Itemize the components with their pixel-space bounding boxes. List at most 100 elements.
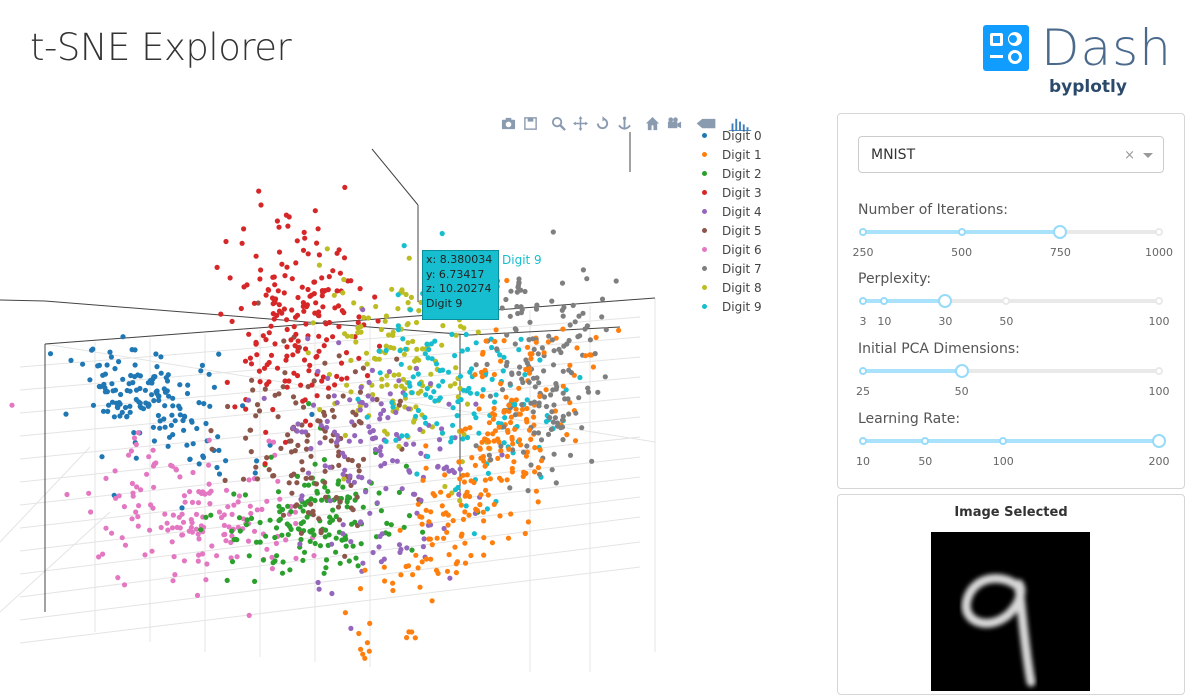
scatter-point — [547, 415, 553, 421]
scatter-point — [524, 443, 530, 449]
slider-mark-dot[interactable] — [880, 297, 889, 305]
scatter-point — [161, 416, 167, 422]
legend-item[interactable]: Digit 2 — [698, 164, 762, 183]
dataset-dropdown[interactable]: MNIST × — [858, 136, 1164, 173]
legend-marker-icon — [702, 304, 707, 309]
scatter-point — [506, 402, 512, 408]
legend-item[interactable]: Digit 3 — [698, 183, 762, 202]
scatter-point — [523, 366, 529, 373]
dash-logo[interactable]: Dash byplotly — [983, 19, 1183, 100]
scatter-point — [302, 397, 308, 403]
scatter-point — [567, 362, 573, 368]
scatter-point — [461, 325, 467, 331]
scatter-point — [460, 472, 466, 478]
slider-track[interactable] — [863, 299, 946, 303]
scatter-point — [271, 473, 277, 479]
slider-mark-dot[interactable] — [921, 437, 930, 445]
legend-item[interactable]: Digit 7 — [698, 259, 762, 278]
slider-mark-dot[interactable] — [1002, 297, 1011, 305]
slider-mark-dot[interactable] — [1155, 297, 1163, 305]
camera-icon[interactable] — [497, 113, 519, 133]
pan-icon[interactable] — [569, 113, 591, 133]
legend-marker-icon — [702, 209, 707, 214]
turntable-icon[interactable] — [613, 113, 635, 133]
scatter-point — [330, 268, 336, 274]
slider-mark-label: 250 — [852, 246, 874, 259]
slider-mark-label: 50 — [999, 315, 1014, 328]
clear-icon[interactable]: × — [1124, 148, 1135, 163]
scatter-point — [334, 400, 340, 406]
slider-mark-dot[interactable] — [957, 228, 966, 236]
scatter-point — [122, 404, 129, 411]
scatter-point — [340, 471, 346, 477]
scatter-point — [243, 522, 250, 528]
scatter-point — [567, 322, 573, 328]
slider-handle[interactable] — [1152, 434, 1166, 448]
slider-label: Learning Rate: — [858, 411, 961, 427]
scatter-point — [480, 509, 486, 515]
save-icon[interactable] — [519, 113, 541, 133]
legend-marker-icon — [702, 266, 707, 271]
scatter-point — [472, 462, 478, 468]
scatter-point — [322, 468, 328, 474]
slider-mark-dot[interactable] — [859, 437, 867, 445]
slider[interactable]: 10 50 100 200 — [856, 433, 1170, 468]
zoom-icon[interactable] — [547, 113, 569, 133]
scatter-point — [216, 447, 222, 453]
slider-track[interactable] — [863, 439, 1159, 443]
scatter-point — [503, 296, 509, 303]
slider-handle[interactable] — [1053, 225, 1068, 239]
chevron-down-icon[interactable] — [1143, 153, 1153, 158]
scatter-point — [531, 346, 537, 352]
scatter-point — [248, 515, 255, 521]
slider-mark-dot[interactable] — [999, 437, 1008, 445]
scatter-point — [524, 405, 530, 412]
scatter-point — [483, 338, 489, 344]
legend-item[interactable]: Digit 6 — [698, 240, 762, 259]
scatter-point — [331, 393, 337, 399]
scatter-point — [121, 582, 128, 588]
scatter-point — [362, 567, 368, 573]
slider-handle[interactable] — [938, 294, 953, 308]
scatter-point — [229, 559, 236, 565]
slider-track[interactable] — [863, 369, 962, 373]
slider-mark-dot[interactable] — [859, 228, 867, 236]
scatter-point — [109, 530, 115, 536]
legend-item[interactable]: Digit 0 — [698, 126, 762, 145]
scatter-point — [501, 338, 507, 344]
scatter-point — [272, 534, 278, 541]
scatter-point — [568, 370, 575, 376]
legend-item[interactable]: Digit 8 — [698, 278, 762, 297]
legend-item[interactable]: Digit 4 — [698, 202, 762, 221]
scatter-point — [298, 536, 304, 543]
controls-panel: MNIST × Number of Iterations: 250 500 750 10… — [837, 113, 1185, 489]
legend-item[interactable]: Digit 9 — [698, 297, 762, 316]
scatter-point — [345, 478, 352, 484]
slider[interactable]: 250 500 750 1000 — [853, 224, 1173, 259]
slider[interactable]: 3 10 30 50 100 — [859, 293, 1170, 328]
scatter-point — [424, 386, 430, 392]
scatter-point — [360, 560, 366, 566]
scatter-point — [349, 521, 355, 527]
slider-mark-dot[interactable] — [859, 367, 867, 375]
slider[interactable]: 25 50 100 — [856, 363, 1170, 398]
scatter-point — [464, 434, 471, 441]
scatter-3d-plot[interactable] — [0, 112, 790, 672]
slider-handle[interactable] — [954, 364, 969, 378]
legend-item[interactable]: Digit 5 — [698, 221, 762, 240]
scatter-point — [308, 445, 314, 452]
scatter-point — [334, 432, 340, 439]
scatter-point — [490, 431, 496, 437]
scatter-point — [307, 538, 313, 544]
scatter-point — [268, 454, 274, 460]
orbit-rotation-icon[interactable] — [591, 113, 613, 133]
slider-mark-dot[interactable] — [1155, 228, 1163, 236]
slider-mark-dot[interactable] — [1155, 367, 1163, 375]
slider-mark-dot[interactable] — [859, 297, 867, 305]
home-icon[interactable] — [641, 113, 663, 133]
scatter-point — [196, 400, 202, 406]
scatter-point — [246, 477, 252, 483]
camera-last-save-icon[interactable] — [663, 113, 685, 133]
legend-item[interactable]: Digit 1 — [698, 145, 762, 164]
scatter-point — [393, 437, 399, 443]
